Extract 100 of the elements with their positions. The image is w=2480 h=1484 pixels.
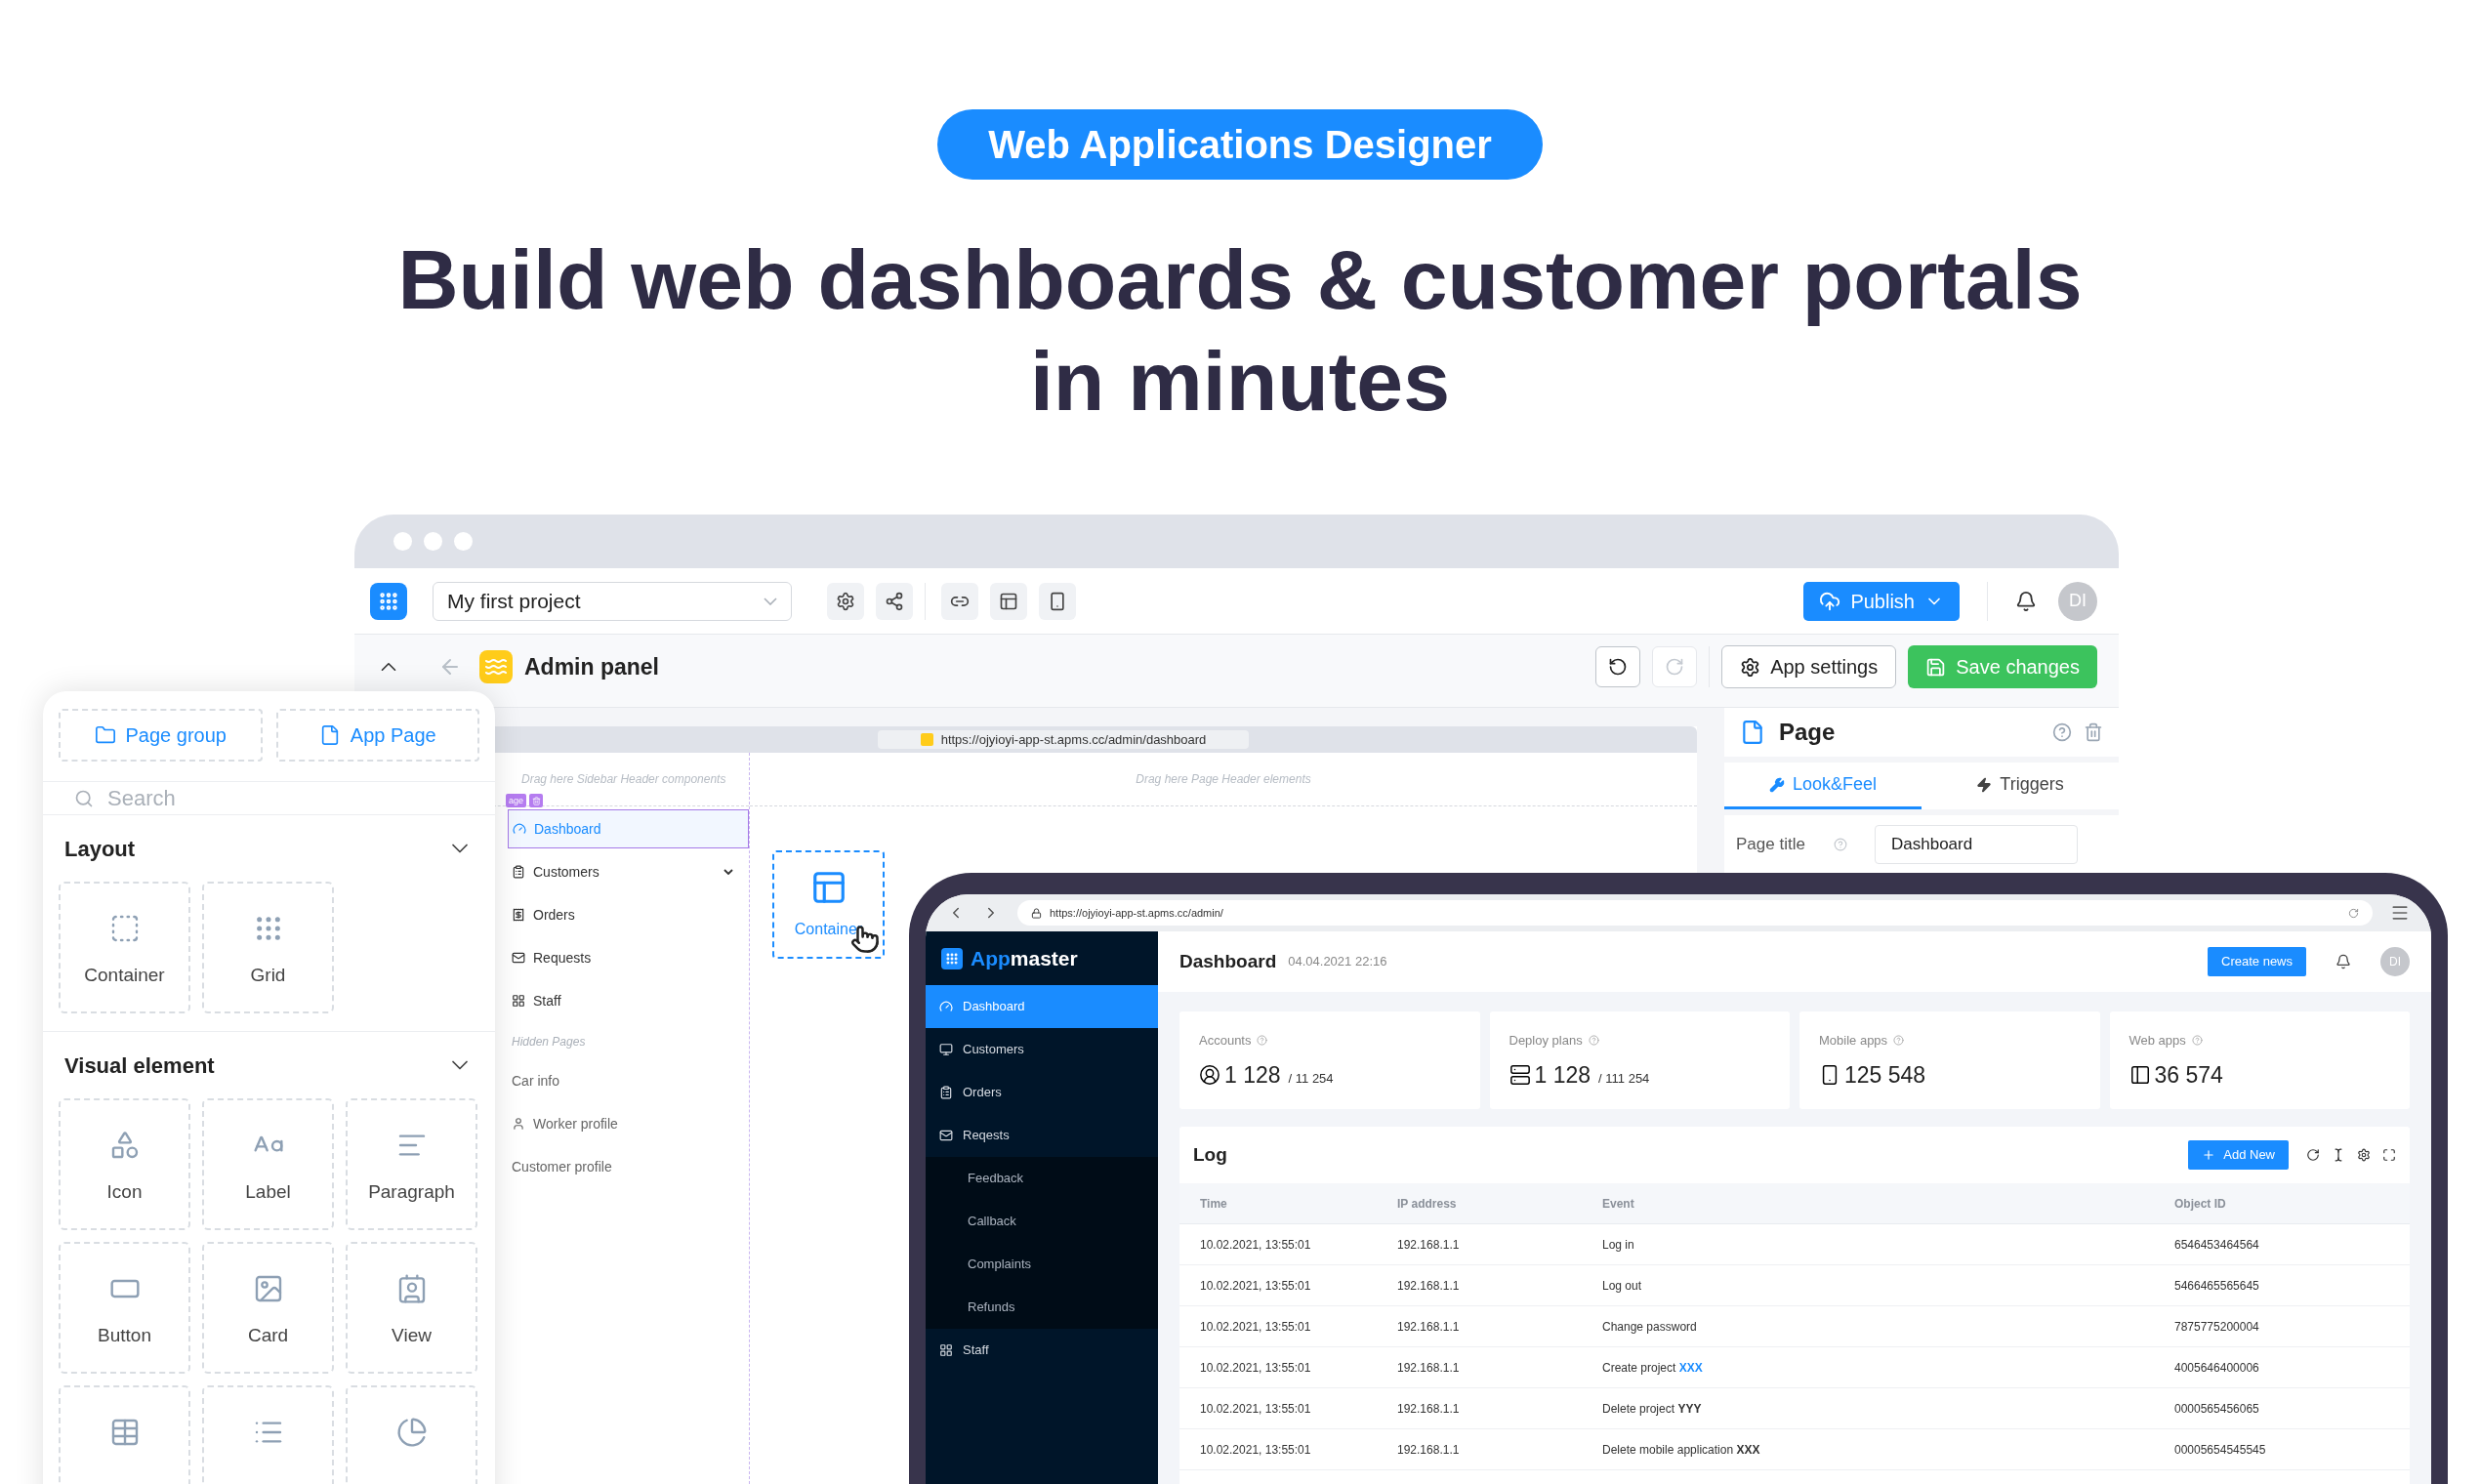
menu-icon[interactable] (2390, 903, 2410, 923)
nav-item[interactable]: Customers (926, 1028, 1158, 1071)
tag-delete-button[interactable] (529, 794, 544, 807)
nav-subitem[interactable]: Feedback (926, 1157, 1158, 1200)
stat-label: Accounts (1199, 1032, 1252, 1050)
component-tile[interactable]: Label (202, 1098, 334, 1230)
layout-icon (999, 591, 1018, 611)
favicon-icon (920, 733, 933, 746)
help-icon[interactable] (2191, 1035, 2203, 1047)
server-icon (1509, 1063, 1531, 1086)
monitor-icon (939, 1043, 953, 1056)
help-icon[interactable] (1257, 1035, 1268, 1047)
toolbar-button[interactable] (990, 582, 1027, 620)
nav-subitem[interactable]: Complaints (926, 1243, 1158, 1286)
component-tile[interactable]: Paragraph (346, 1098, 477, 1230)
panel-icon (2129, 1063, 2151, 1086)
expand-icon[interactable] (2382, 1148, 2396, 1162)
component-tile[interactable]: Container (59, 882, 190, 1013)
table-cell-text: 4005646400006 (2174, 1359, 2260, 1377)
cloud-upload-icon (1819, 590, 1841, 612)
table-cell-text: Delete mobile application XXX (1602, 1441, 1761, 1459)
app-settings-button[interactable]: App settings (1721, 645, 1897, 688)
table-cell-text: 6546453464564 (2174, 1236, 2260, 1254)
sidebar-item[interactable]: Orders (508, 895, 749, 934)
nav-subitem[interactable]: Callback (926, 1200, 1158, 1243)
undo-icon (1608, 657, 1629, 677)
nav-item[interactable]: Orders (926, 1071, 1158, 1114)
date-text: 04.04.2021 22:16 (1288, 953, 1388, 971)
table-cell-text: 10.02.2021, 13:55:01 (1200, 1318, 1312, 1336)
undo-button[interactable] (1595, 646, 1641, 687)
table-cell-text: 192.168.1.1 (1397, 1277, 1461, 1295)
url-bar[interactable]: https://ojyioyi-app-st.apms.cc/admin/dashboard (878, 730, 1249, 749)
trash-icon[interactable] (2084, 722, 2103, 742)
settings-icon (1740, 656, 1761, 678)
stat-total: / 111 254 (1598, 1069, 1650, 1088)
sidebar-item[interactable]: Requests (508, 938, 749, 977)
component-tile[interactable]: Button (59, 1242, 190, 1374)
help-icon[interactable] (1588, 1035, 1599, 1047)
search-field[interactable]: Search (107, 782, 400, 814)
mail-icon (939, 1129, 953, 1142)
nav-subitem[interactable]: Refunds (926, 1286, 1158, 1329)
component-tile[interactable] (346, 1385, 477, 1484)
mail-icon (512, 951, 525, 965)
wrench-icon (1768, 776, 1785, 793)
panel-tab[interactable]: Triggers (1922, 763, 2119, 809)
project-select[interactable]: My first project (433, 581, 792, 621)
address-bar[interactable]: https://ojyioyi-app-st.apms.cc/admin/ (1017, 900, 2373, 926)
table-cell-text: 192.168.1.1 (1397, 1236, 1461, 1254)
component-tile[interactable] (202, 1385, 334, 1484)
nav-item[interactable]: Staff (926, 1329, 1158, 1372)
search-icon (74, 788, 94, 808)
stat-total: / 11 254 (1288, 1069, 1334, 1088)
bolt-icon (1976, 776, 1993, 793)
column-header: IP address (1397, 1195, 1458, 1213)
table-cell-text: Log out (1602, 1277, 1643, 1295)
table-cell-text: 00005654545545 (2174, 1441, 2267, 1459)
toolbar-button[interactable] (1039, 582, 1076, 620)
component-tile[interactable]: Grid (202, 882, 334, 1013)
reload-icon[interactable] (2306, 1148, 2320, 1162)
component-tile[interactable]: Icon (59, 1098, 190, 1230)
component-tile[interactable]: Card (202, 1242, 334, 1374)
folder-icon (94, 724, 116, 746)
table-cell-text: 10.02.2021, 13:55:01 (1200, 1441, 1312, 1459)
page-title: Admin panel (524, 652, 659, 681)
toolbar-button[interactable] (876, 582, 913, 620)
column-header: Object ID (2174, 1195, 2227, 1213)
redo-icon (1665, 657, 1685, 677)
sidebar-item[interactable]: Car info (508, 1059, 749, 1102)
page-title-field[interactable]: Dashboard (1875, 825, 2078, 864)
table-cell-text: 192.168.1.1 (1397, 1400, 1461, 1418)
toolbar-button[interactable] (941, 582, 978, 620)
help-icon[interactable] (1893, 1035, 1905, 1047)
bell-icon[interactable] (2335, 954, 2351, 969)
sidebar-item[interactable]: Customers (508, 852, 749, 891)
component-tile[interactable]: View (346, 1242, 477, 1374)
help-icon[interactable] (2052, 722, 2072, 742)
stat-value: 1 128 (1534, 1060, 1591, 1090)
share-icon (885, 591, 904, 611)
field-label: Page title (1736, 834, 1806, 856)
bell-icon[interactable] (2015, 590, 2037, 612)
nav-item[interactable]: Reqests (926, 1114, 1158, 1157)
section-header[interactable]: Layout (43, 815, 495, 882)
sidebar-item[interactable]: Staff (508, 981, 749, 1020)
stat-label: Deploy plans (1509, 1032, 1583, 1050)
component-tile[interactable] (59, 1385, 190, 1484)
sidebar-item[interactable]: Customer profile (508, 1145, 749, 1188)
title-badge: Web Applications Designer (937, 109, 1543, 180)
section-header[interactable]: Visual element (43, 1032, 495, 1098)
settings-icon[interactable] (2357, 1148, 2371, 1162)
stat-label: Web apps (2129, 1032, 2186, 1050)
stat-value: 36 574 (2154, 1060, 2223, 1090)
user-icon (1199, 1063, 1220, 1086)
chevron-down-icon (764, 597, 777, 605)
gauge-icon (513, 822, 526, 836)
app-logo[interactable] (370, 582, 407, 620)
grid-icon (939, 1343, 953, 1357)
lock-icon (1031, 907, 1042, 919)
trash-icon (531, 796, 541, 805)
toolbar-button[interactable] (827, 582, 864, 620)
sidebar-item[interactable]: Worker profile (508, 1102, 749, 1145)
